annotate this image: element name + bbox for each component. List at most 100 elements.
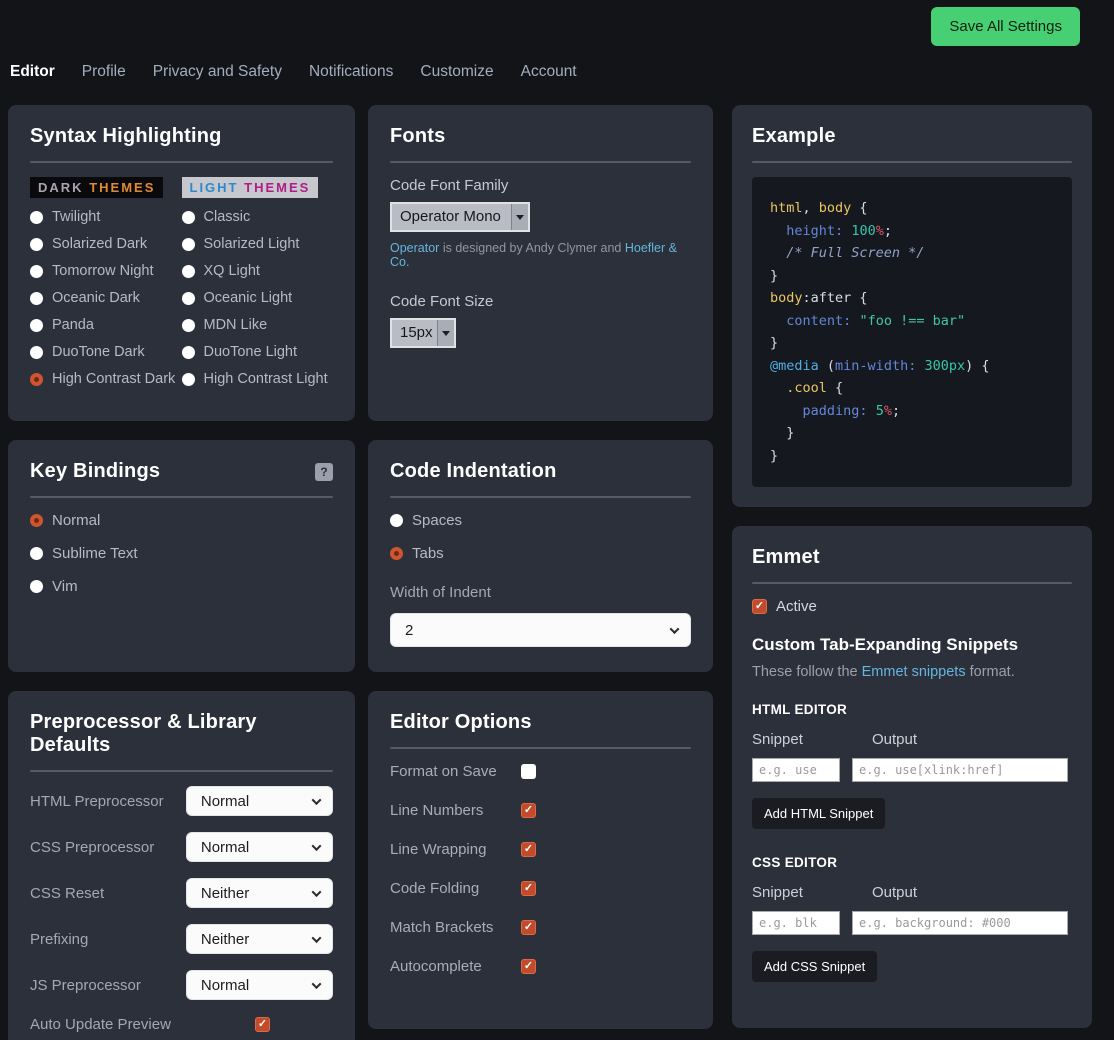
dark-theme-list: Twilight Solarized Dark Tomorrow Night Ocea… xyxy=(30,209,182,387)
radio-icon xyxy=(182,265,195,278)
radio-icon xyxy=(30,346,43,359)
indentation-option-spaces[interactable]: Spaces xyxy=(390,512,691,529)
dark-theme-option-solarized-dark[interactable]: Solarized Dark xyxy=(30,236,182,252)
light-theme-option-label: XQ Light xyxy=(204,263,260,279)
auto-update-preview-checkbox[interactable]: ✓ xyxy=(255,1017,270,1032)
divider xyxy=(752,582,1072,584)
css-reset-select[interactable]: Neither xyxy=(186,878,333,908)
key-bindings-card: Key Bindings ? NormalSublime TextVim xyxy=(8,440,355,672)
prefixing-select[interactable]: Neither xyxy=(186,924,333,954)
autocomplete-checkbox[interactable]: ✓ xyxy=(521,959,536,974)
tab-account[interactable]: Account xyxy=(521,63,577,81)
radio-icon xyxy=(30,373,43,386)
code-folding-checkbox[interactable]: ✓ xyxy=(521,881,536,896)
match-brackets-checkbox[interactable]: ✓ xyxy=(521,920,536,935)
js-preprocessor-row: JS PreprocessorNormal xyxy=(30,970,333,1000)
tab-privacy-and-safety[interactable]: Privacy and Safety xyxy=(153,63,282,81)
divider xyxy=(390,747,691,749)
emmet-note: These follow the Emmet snippets format. xyxy=(752,664,1072,680)
css-editor-snippet-input[interactable] xyxy=(752,911,840,935)
save-all-settings-button[interactable]: Save All Settings xyxy=(931,7,1080,46)
css-preprocessor-select[interactable]: Normal xyxy=(186,832,333,862)
operator-link[interactable]: Operator xyxy=(390,241,439,255)
light-theme-option-solarized-light[interactable]: Solarized Light xyxy=(182,236,334,252)
code-line: body:after { xyxy=(770,287,1054,310)
tab-profile[interactable]: Profile xyxy=(82,63,126,81)
syntax-highlighting-card: Syntax Highlighting DARK THEMES Twilight… xyxy=(8,105,355,421)
radio-icon xyxy=(390,514,403,527)
js-preprocessor-select[interactable]: Normal xyxy=(186,970,333,1000)
key-binding-option-label: Vim xyxy=(52,578,78,595)
light-theme-option-high-contrast-light[interactable]: High Contrast Light xyxy=(182,371,334,387)
html-preprocessor-select[interactable]: Normal xyxy=(186,786,333,816)
html-editor-output-input[interactable] xyxy=(852,758,1068,782)
js-preprocessor-label: JS Preprocessor xyxy=(30,977,186,994)
light-theme-option-oceanic-light[interactable]: Oceanic Light xyxy=(182,290,334,306)
html-preprocessor-label: HTML Preprocessor xyxy=(30,793,186,810)
output-label: Output xyxy=(872,731,917,748)
dark-theme-option-panda[interactable]: Panda xyxy=(30,317,182,333)
dark-theme-option-duotone-dark[interactable]: DuoTone Dark xyxy=(30,344,182,360)
code-line: /* Full Screen */ xyxy=(770,242,1054,265)
css-preprocessor-row: CSS PreprocessorNormal xyxy=(30,832,333,862)
light-theme-option-label: High Contrast Light xyxy=(204,371,328,387)
add-css-snippet-button[interactable]: Add CSS Snippet xyxy=(752,951,877,982)
css-editor-section: CSS EDITOR SnippetOutput Add CSS Snippet xyxy=(752,855,1072,1008)
editor-options-title: Editor Options xyxy=(390,711,532,734)
radio-icon xyxy=(30,292,43,305)
emmet-active-label: Active xyxy=(776,598,817,615)
dark-theme-option-twilight[interactable]: Twilight xyxy=(30,209,182,225)
light-theme-option-mdn-like[interactable]: MDN Like xyxy=(182,317,334,333)
emmet-snippets-link[interactable]: Emmet snippets xyxy=(862,664,966,680)
help-icon[interactable]: ? xyxy=(315,463,333,481)
html-editor-snippet-input[interactable] xyxy=(752,758,840,782)
dark-theme-option-label: DuoTone Dark xyxy=(52,344,145,360)
example-card: Example html, body { height: 100%; /* Fu… xyxy=(732,105,1092,507)
autocomplete-label: Autocomplete xyxy=(390,958,521,975)
line-numbers-checkbox[interactable]: ✓ xyxy=(521,803,536,818)
match-brackets-row: Match Brackets✓ xyxy=(390,919,691,936)
divider xyxy=(752,161,1072,163)
indentation-options: Spaces Tabs xyxy=(390,512,691,562)
output-label: Output xyxy=(872,884,917,901)
divider xyxy=(30,496,333,498)
css-editor-output-input[interactable] xyxy=(852,911,1068,935)
settings-grid: Syntax Highlighting DARK THEMES Twilight… xyxy=(8,105,1092,1040)
indentation-option-tabs[interactable]: Tabs xyxy=(390,545,691,562)
add-html-snippet-button[interactable]: Add HTML Snippet xyxy=(752,798,885,829)
light-theme-option-classic[interactable]: Classic xyxy=(182,209,334,225)
indentation-option-label: Tabs xyxy=(412,545,444,562)
code-font-size-select[interactable]: 15px xyxy=(390,318,456,348)
key-binding-option-normal[interactable]: Normal xyxy=(30,512,333,529)
dark-theme-option-label: Oceanic Dark xyxy=(52,290,140,306)
line-wrapping-checkbox[interactable]: ✓ xyxy=(521,842,536,857)
snippet-label: Snippet xyxy=(752,884,872,901)
divider xyxy=(30,161,333,163)
radio-icon xyxy=(30,265,43,278)
check-icon: ✓ xyxy=(524,805,533,816)
light-theme-option-xq-light[interactable]: XQ Light xyxy=(182,263,334,279)
format-on-save-checkbox[interactable] xyxy=(521,764,536,779)
emmet-active-checkbox[interactable]: ✓ xyxy=(752,599,767,614)
dark-theme-option-label: Panda xyxy=(52,317,94,333)
key-binding-option-sublime-text[interactable]: Sublime Text xyxy=(30,545,333,562)
autocomplete-row: Autocomplete✓ xyxy=(390,958,691,975)
tab-editor[interactable]: Editor xyxy=(10,63,55,81)
light-theme-option-label: MDN Like xyxy=(204,317,268,333)
css-editor-heading: CSS EDITOR xyxy=(752,855,1072,870)
key-binding-option-label: Normal xyxy=(52,512,100,529)
select-value: Normal xyxy=(201,839,249,856)
width-of-indent-select[interactable]: 2 xyxy=(390,613,691,647)
light-theme-option-duotone-light[interactable]: DuoTone Light xyxy=(182,344,334,360)
tab-notifications[interactable]: Notifications xyxy=(309,63,393,81)
radio-icon xyxy=(30,211,43,224)
code-folding-label: Code Folding xyxy=(390,880,521,897)
key-binding-option-vim[interactable]: Vim xyxy=(30,578,333,595)
dark-theme-option-tomorrow-night[interactable]: Tomorrow Night xyxy=(30,263,182,279)
auto-update-preview-label: Auto Update Preview xyxy=(30,1016,255,1033)
dark-theme-option-high-contrast-dark[interactable]: High Contrast Dark xyxy=(30,371,182,387)
tab-customize[interactable]: Customize xyxy=(420,63,493,81)
radio-icon xyxy=(30,238,43,251)
code-font-family-select[interactable]: Operator Mono xyxy=(390,202,530,232)
dark-theme-option-oceanic-dark[interactable]: Oceanic Dark xyxy=(30,290,182,306)
